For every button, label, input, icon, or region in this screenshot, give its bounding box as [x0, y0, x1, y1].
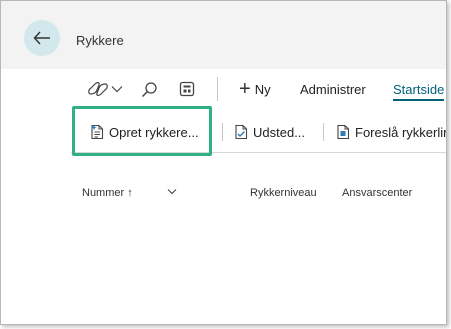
page-header: Rykkere [1, 1, 446, 69]
suggest-lines-button[interactable]: Foreslå rykkerlinjer [336, 121, 446, 143]
search-icon [141, 81, 157, 97]
page-title: Rykkere [76, 33, 124, 48]
action-bar: + Ny Administrer Startside [1, 69, 446, 109]
plus-icon: + [239, 78, 251, 100]
subbar-separator [222, 123, 223, 141]
action-bar-separator [217, 77, 218, 101]
back-arrow-icon [33, 31, 50, 45]
column-header-level[interactable]: Rykkerniveau [250, 187, 317, 199]
column-number-label: Nummer [82, 187, 125, 199]
search-button[interactable] [141, 77, 158, 101]
new-button-label: Ny [254, 81, 271, 97]
new-button[interactable]: + Ny [239, 77, 271, 101]
chevron-down-icon [111, 86, 123, 93]
sort-ascending-icon: ↑ [127, 187, 133, 199]
home-tab[interactable]: Startside [393, 77, 445, 101]
issue-document-icon [235, 124, 248, 140]
manage-tab-label: Administrer [300, 81, 366, 97]
column-header-center[interactable]: Ansvarscenter [342, 187, 412, 199]
issue-button[interactable]: Udsted... [234, 121, 305, 143]
layout-icon [179, 81, 195, 97]
column-options-button[interactable] [167, 186, 177, 198]
copilot-menu-button[interactable] [87, 77, 123, 101]
column-header-number[interactable]: Nummer ↑ [82, 187, 133, 199]
copilot-icon [88, 82, 108, 96]
manage-tab[interactable]: Administrer [300, 77, 366, 101]
suggest-document-icon [337, 124, 350, 140]
suggest-lines-label: Foreslå rykkerlinjer [355, 124, 446, 140]
create-reminders-highlight [72, 106, 212, 156]
layout-button[interactable] [179, 77, 195, 101]
active-tab-underline [393, 99, 445, 101]
page-window: Rykkere + Ny Administrer Startside Opret… [0, 0, 447, 325]
back-button[interactable] [24, 20, 60, 56]
chevron-down-icon [167, 189, 177, 195]
issue-label: Udsted... [253, 124, 306, 140]
home-tab-label: Startside [393, 81, 445, 97]
subbar-separator [323, 123, 324, 141]
